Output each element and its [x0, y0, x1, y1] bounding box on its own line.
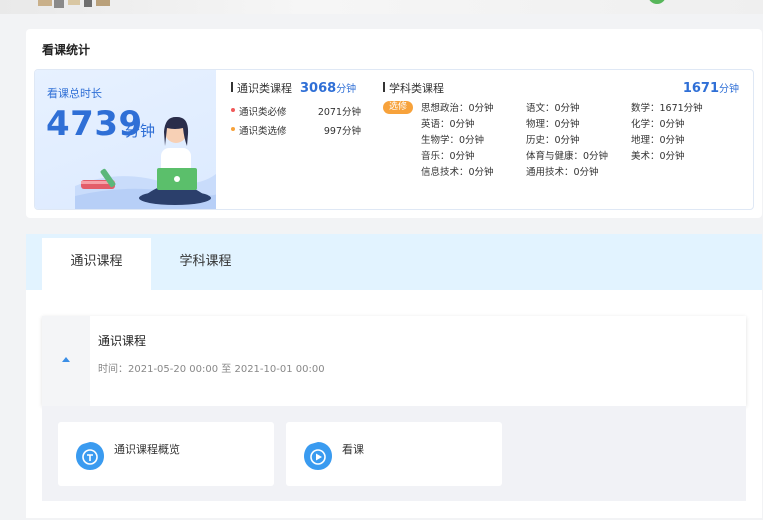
stats-box: 看课总时长 4739 分钟 通识类课程 3068分钟 通识类必修 2071分钟 …: [34, 69, 754, 210]
stats-title: 看课统计: [42, 43, 91, 57]
banner-decoration: [38, 0, 110, 8]
tab-bar: 通识课程 学科课程: [26, 234, 762, 290]
total-duration-panel: 看课总时长 4739 分钟: [35, 70, 216, 209]
subject-item: 生物学：0分钟: [421, 135, 485, 146]
play-icon: [304, 442, 332, 470]
subject-courses-label: 学科类课程: [389, 82, 444, 95]
general-required-label: 通识类必修: [239, 106, 287, 118]
course-time-range: 时间：2021-05-20 00:00 至 2021-10-01 00:00: [98, 364, 325, 375]
subject-item: 化学：0分钟: [631, 119, 685, 130]
subject-item: 音乐：0分钟: [421, 151, 475, 162]
subject-item: 信息技术：0分钟: [421, 167, 494, 178]
general-courses-header: 通识类课程 3068分钟: [231, 80, 361, 96]
tab-subject-courses[interactable]: 学科课程: [151, 238, 260, 290]
subject-item: 历史：0分钟: [526, 135, 580, 146]
course-overview-label: 通识课程概览: [114, 443, 180, 456]
subject-item: 通用技术：0分钟: [526, 167, 599, 178]
status-dot: [231, 108, 235, 112]
general-elective-value: 997分钟: [323, 125, 361, 137]
watch-course-button[interactable]: 看课: [286, 422, 502, 486]
subject-courses-panel: 学科类课程 1671分钟 选修 思想政治：0分钟 语文：0分钟 数学：1671分…: [383, 80, 739, 178]
subject-courses-total: 1671分钟: [682, 81, 739, 96]
course-block: 通识课程 时间：2021-05-20 00:00 至 2021-10-01 00…: [42, 316, 746, 406]
status-dot: [231, 127, 235, 131]
viewing-stats-card: 看课统计 看课总时长 4739 分钟 通识类课程 3068分钟 通识类必修 20…: [26, 29, 762, 218]
student-laptop-illustration: [75, 116, 216, 209]
compass-icon: [76, 442, 104, 470]
subject-item: 数学：1671分钟: [631, 103, 703, 114]
subject-item: 体育与健康：0分钟: [526, 151, 609, 162]
subject-item: 美术：0分钟: [631, 151, 685, 162]
general-elective-row: 通识类选修 997分钟: [231, 120, 361, 139]
course-overview-button[interactable]: 通识课程概览: [58, 422, 274, 486]
subject-grid: 思想政治：0分钟 语文：0分钟 数学：1671分钟 英语：0分钟 物理：0分钟 …: [421, 101, 741, 181]
general-courses-panel: 通识类课程 3068分钟 通识类必修 2071分钟 通识类选修 997分钟: [231, 80, 361, 139]
subject-item: 地理：0分钟: [631, 135, 685, 146]
total-duration-label: 看课总时长: [47, 87, 102, 100]
course-tabs-card: 通识课程 学科课程 通识课程 时间：2021-05-20 00:00 至 202…: [26, 234, 762, 518]
general-courses-total: 3068分钟: [300, 81, 357, 96]
collapse-toggle-button[interactable]: [42, 316, 90, 406]
tab-general-courses[interactable]: 通识课程: [42, 238, 151, 290]
watch-course-label: 看课: [342, 443, 364, 456]
general-courses-label: 通识类课程: [237, 82, 292, 95]
banner-badge: [648, 0, 666, 4]
top-banner: [0, 0, 763, 14]
general-elective-label: 通识类选修: [239, 125, 287, 137]
subject-item: 思想政治：0分钟: [421, 103, 494, 114]
subject-item: 语文：0分钟: [526, 103, 580, 114]
course-actions-area: 通识课程概览 看课: [42, 406, 746, 501]
elective-tag: 选修: [383, 101, 413, 114]
subject-item: 英语：0分钟: [421, 119, 475, 130]
general-required-row: 通识类必修 2071分钟: [231, 101, 361, 120]
general-required-value: 2071分钟: [317, 106, 361, 118]
caret-up-icon: [62, 357, 70, 362]
subject-item: [631, 165, 736, 181]
subject-item: 物理：0分钟: [526, 119, 580, 130]
course-name: 通识课程: [98, 334, 147, 348]
